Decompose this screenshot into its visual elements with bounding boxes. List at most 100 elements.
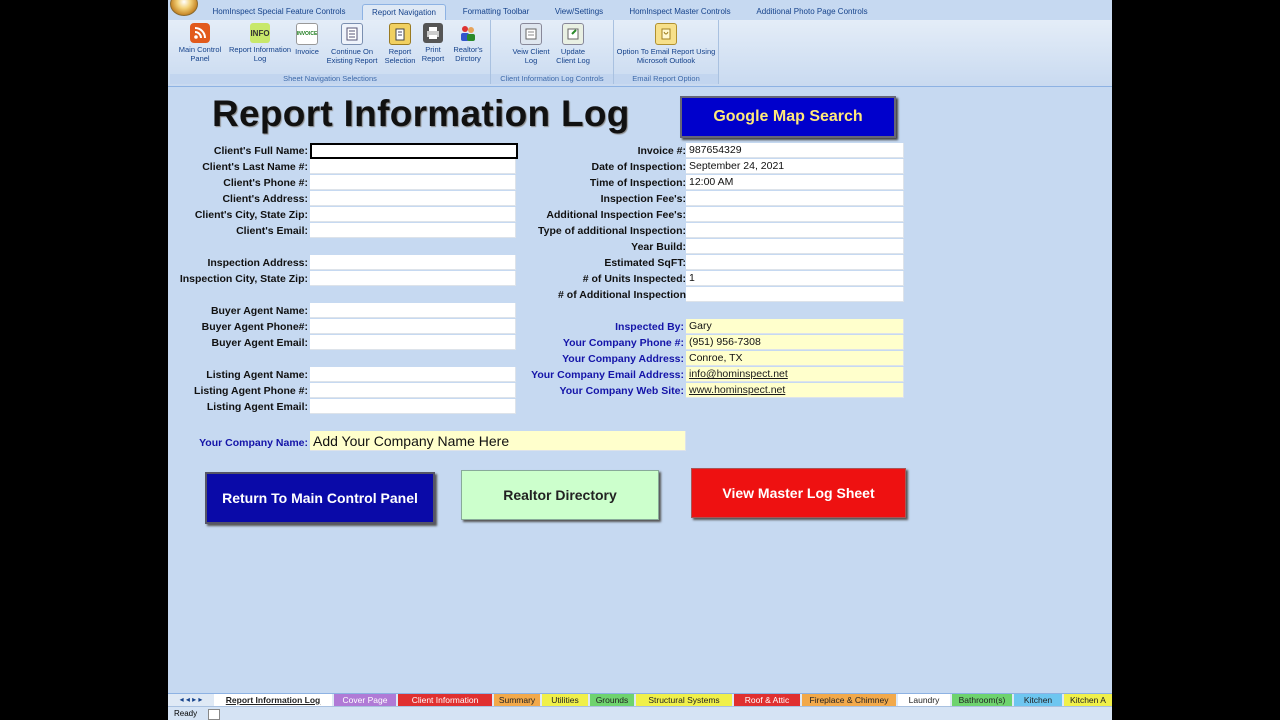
main-control-label: Main Control Panel xyxy=(178,45,222,63)
company-website-link[interactable]: www.hominspect.net xyxy=(689,384,785,396)
rss-icon xyxy=(190,23,210,43)
inspection-time-field[interactable]: 12:00 AM xyxy=(686,175,904,190)
sheet-tab-laundry[interactable]: Laundry xyxy=(898,694,950,706)
sheet-tab-structural[interactable]: Structural Systems xyxy=(636,694,732,706)
company-name-label: Your Company Name: xyxy=(199,437,308,449)
main-control-panel-button[interactable]: Main Control Panel xyxy=(172,23,228,63)
inspected-by-label: Inspected By: xyxy=(615,321,684,333)
sheet-tab-cover-page[interactable]: Cover Page xyxy=(334,694,396,706)
tab-photo-page-controls[interactable]: Additional Photo Page Controls xyxy=(746,4,878,20)
units-inspected-field[interactable]: 1 xyxy=(686,271,904,286)
google-map-search-button[interactable]: Google Map Search xyxy=(680,96,896,138)
report-info-log-button[interactable]: INFO Report Information Log xyxy=(228,23,292,63)
print-report-button[interactable]: Print Report xyxy=(418,23,448,63)
additional-type-field[interactable] xyxy=(686,223,904,238)
tab-formatting-toolbar[interactable]: Formatting Toolbar xyxy=(450,4,542,20)
inspection-fee-field[interactable] xyxy=(686,191,904,206)
inspection-address-label: Inspection Address: xyxy=(207,257,308,269)
client-email-label: Client's Email: xyxy=(236,225,308,237)
tab-master-controls[interactable]: HomInspect Master Controls xyxy=(620,4,740,20)
excel-window: HomInspect Special Feature Controls Repo… xyxy=(168,0,1112,720)
invoice-number-label: Invoice #: xyxy=(637,145,686,157)
listing-agent-name-label: Listing Agent Name: xyxy=(206,369,308,381)
company-name-field[interactable]: Add Your Company Name Here xyxy=(310,431,686,451)
sheet-tab-grounds[interactable]: Grounds xyxy=(590,694,634,706)
macro-record-icon[interactable] xyxy=(208,709,220,720)
sheet-tab-report-info[interactable]: Report Information Log xyxy=(214,694,332,706)
view-log-icon xyxy=(520,23,542,45)
company-website-field[interactable]: www.hominspect.net xyxy=(686,383,904,398)
sheet-tab-roof-attic[interactable]: Roof & Attic xyxy=(734,694,800,706)
sqft-field[interactable] xyxy=(686,255,904,270)
view-master-log-button[interactable]: View Master Log Sheet xyxy=(691,468,906,518)
tab-report-navigation[interactable]: Report Navigation xyxy=(362,4,446,21)
group-sheet-navigation: Main Control Panel INFO Report Informati… xyxy=(170,20,491,84)
tab-special-features[interactable]: HomInspect Special Feature Controls xyxy=(204,4,354,20)
buyer-agent-phone-label: Buyer Agent Phone#: xyxy=(201,321,308,333)
client-phone-label: Client's Phone #: xyxy=(223,177,308,189)
ribbon-tab-bar: HomInspect Special Feature Controls Repo… xyxy=(168,4,1112,21)
sheet-tab-bar: ◂ ◂ ▸ ▸ Report Information Log Cover Pag… xyxy=(168,693,1112,707)
listing-agent-email-field[interactable] xyxy=(310,399,516,414)
report-selection-button[interactable]: Report Selection xyxy=(382,23,418,65)
invoice-icon-text: INVOICE xyxy=(296,30,318,37)
listing-agent-phone-label: Listing Agent Phone #: xyxy=(194,385,308,397)
continue-report-button[interactable]: Continue On Existing Report xyxy=(322,23,382,65)
view-client-log-label: Veiw Client Log xyxy=(512,47,550,65)
inspection-time-label: Time of Inspection: xyxy=(589,177,686,189)
realtors-directory-button[interactable]: Realtor's Dirctory xyxy=(448,23,488,63)
sheet-tab-kitchen-a[interactable]: Kitchen A xyxy=(1064,694,1112,706)
email-icon xyxy=(655,23,677,45)
additional-inspections-label: # of Additional Inspection xyxy=(558,289,686,301)
realtor-directory-button[interactable]: Realtor Directory xyxy=(461,470,659,520)
year-build-field[interactable] xyxy=(686,239,904,254)
client-address-label: Client's Address: xyxy=(222,193,308,205)
sheet-nav-arrows-icon[interactable]: ◂ ◂ ▸ ▸ xyxy=(170,694,212,706)
group-caption-client-log: Client Information Log Controls xyxy=(491,74,613,84)
group-caption-sheet-nav: Sheet Navigation Selections xyxy=(170,74,490,84)
inspected-by-field[interactable]: Gary xyxy=(686,319,904,334)
sheet-tab-client-info[interactable]: Client Information xyxy=(398,694,492,706)
client-last-name-label: Client's Last Name #: xyxy=(202,161,308,173)
sheet-tab-kitchen[interactable]: Kitchen xyxy=(1014,694,1062,706)
update-client-log-button[interactable]: Update Client Log xyxy=(551,23,595,65)
additional-fee-field[interactable] xyxy=(686,207,904,222)
continue-label: Continue On Existing Report xyxy=(326,47,378,65)
status-ready: Ready xyxy=(174,709,198,718)
inspection-date-label: Date of Inspection: xyxy=(591,161,686,173)
email-report-button[interactable]: Option To Email Report Using Microsoft O… xyxy=(616,23,716,65)
report-info-label: Report Information Log xyxy=(228,45,292,63)
sheet-tab-bathrooms[interactable]: Bathroom(s) xyxy=(952,694,1012,706)
buyer-agent-email-label: Buyer Agent Email: xyxy=(211,337,308,349)
sheet-tab-utilities[interactable]: Utilities xyxy=(542,694,588,706)
company-phone-label: Your Company Phone #: xyxy=(562,337,684,349)
company-email-link[interactable]: info@hominspect.net xyxy=(689,368,788,380)
view-client-log-button[interactable]: Veiw Client Log xyxy=(511,23,551,65)
invoice-button[interactable]: INVOICE Invoice xyxy=(292,23,322,56)
additional-inspections-field[interactable] xyxy=(686,287,904,302)
info-icon: INFO xyxy=(250,23,270,43)
document-icon xyxy=(341,23,363,45)
group-email-report: Option To Email Report Using Microsoft O… xyxy=(614,20,719,84)
company-phone-field[interactable]: (951) 956-7308 xyxy=(686,335,904,350)
units-inspected-label: # of Units Inspected: xyxy=(582,273,686,285)
group-caption-email: Email Report Option xyxy=(614,74,718,84)
company-email-field[interactable]: info@hominspect.net xyxy=(686,367,904,382)
update-client-log-label: Update Client Log xyxy=(556,47,590,65)
year-build-label: Year Build: xyxy=(631,241,686,253)
inspection-date-field[interactable]: September 24, 2021 xyxy=(686,159,904,174)
company-website-label: Your Company Web Site: xyxy=(559,385,684,397)
client-city-label: Client's City, State Zip: xyxy=(194,209,308,221)
return-main-control-panel-button[interactable]: Return To Main Control Panel xyxy=(205,472,435,524)
tab-view-settings[interactable]: View/Settings xyxy=(546,4,612,20)
buyer-agent-name-field[interactable] xyxy=(310,303,516,318)
email-report-label: Option To Email Report Using Microsoft O… xyxy=(616,47,716,65)
sheet-tab-summary[interactable]: Summary xyxy=(494,694,540,706)
people-icon xyxy=(458,23,478,43)
sheet-tab-fireplace[interactable]: Fireplace & Chimney xyxy=(802,694,896,706)
clipboard-icon xyxy=(389,23,411,45)
company-address-field[interactable]: Conroe, TX xyxy=(686,351,904,366)
invoice-number-field[interactable]: 987654329 xyxy=(686,143,904,158)
update-log-icon xyxy=(562,23,584,45)
report-selection-label: Report Selection xyxy=(384,47,416,65)
